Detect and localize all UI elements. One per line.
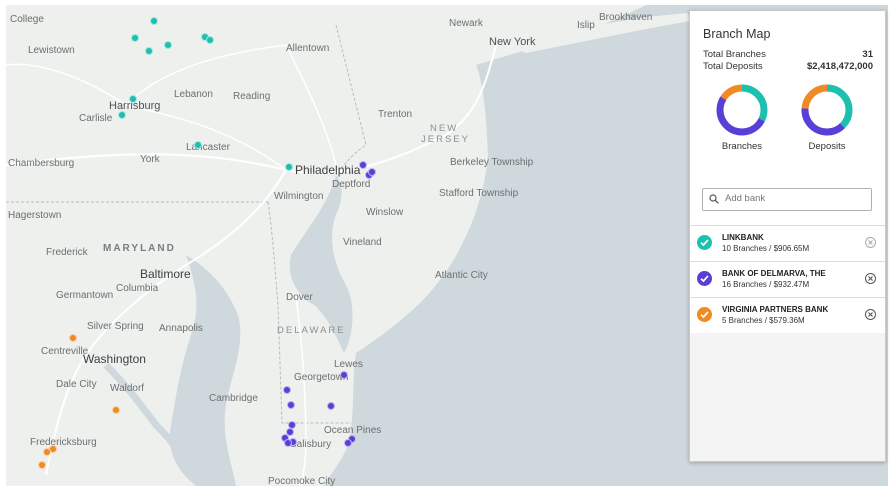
city-label: Chambersburg [8, 158, 75, 169]
panel-title: Branch Map [703, 27, 771, 41]
remove-bank-icon[interactable] [865, 309, 876, 320]
city-label: Hagerstown [8, 210, 62, 221]
city-label: Dover [286, 292, 313, 303]
city-label: Berkeley Township [450, 157, 534, 168]
branch-marker-teal[interactable] [194, 141, 202, 149]
branch-marker-purple[interactable] [327, 402, 335, 410]
city-label: Reading [233, 91, 271, 102]
city-label: Annapolis [159, 323, 203, 334]
bank-row[interactable]: BANK OF DELMARVA, THE 16 Branches / $932.… [690, 261, 885, 297]
city-label: Allentown [286, 43, 330, 54]
city-label: New York [489, 36, 536, 48]
branch-map-panel: Branch Map Total Branches 31 Total Depos… [689, 10, 886, 462]
branch-marker-purple[interactable] [283, 386, 291, 394]
check-icon[interactable] [697, 271, 712, 286]
city-label: Carlisle [79, 113, 113, 124]
remove-bank-icon[interactable] [865, 237, 876, 248]
city-label: Germantown [56, 290, 114, 301]
panel-summary: Branch Map Total Branches 31 Total Depos… [690, 11, 885, 225]
city-label: Lewes [334, 359, 363, 370]
branch-marker-teal[interactable] [206, 36, 214, 44]
branch-marker-orange[interactable] [38, 461, 46, 469]
city-label: Pocomoke City [268, 476, 336, 486]
state-label: DELAWARE [277, 325, 346, 336]
branch-marker-teal[interactable] [131, 34, 139, 42]
branch-marker-teal[interactable] [150, 17, 158, 25]
city-label: Stafford Township [439, 188, 519, 199]
deposits-donut-label: Deposits [808, 141, 846, 152]
remove-bank-icon[interactable] [865, 273, 876, 284]
city-label: Philadelphia [295, 163, 361, 177]
branches-donut-label: Branches [721, 141, 763, 152]
branch-marker-purple[interactable] [344, 439, 352, 447]
bank-detail: 10 Branches / $906.65M [722, 244, 810, 253]
city-label: Winslow [366, 207, 404, 218]
branch-marker-purple[interactable] [340, 371, 348, 379]
branch-marker-teal[interactable] [118, 111, 126, 119]
state-label: JERSEY [421, 134, 470, 145]
state-border-nj [335, 24, 367, 176]
road-1 [6, 44, 497, 175]
bank-row[interactable]: VIRGINIA PARTNERS BANK 5 Branches / $579.… [690, 297, 885, 333]
city-label: Fredericksburg [30, 437, 97, 448]
bank-name: VIRGINIA PARTNERS BANK [722, 305, 829, 314]
branch-marker-purple[interactable] [359, 161, 367, 169]
total-branches-value: 31 [862, 49, 873, 60]
branch-marker-orange[interactable] [43, 448, 51, 456]
city-label: Baltimore [140, 267, 191, 281]
city-label: Lewistown [28, 45, 75, 56]
city-label: Silver Spring [87, 321, 144, 332]
branch-marker-teal[interactable] [129, 95, 137, 103]
city-label: York [140, 154, 160, 165]
city-label: Dale City [56, 379, 97, 390]
city-label: Islip [577, 20, 595, 31]
branch-marker-orange[interactable] [69, 334, 77, 342]
branch-marker-purple[interactable] [287, 401, 295, 409]
city-label: Waldorf [110, 383, 145, 394]
city-label: Newark [449, 18, 483, 29]
branches-donut-chart [716, 84, 768, 136]
city-label: Centreville [41, 346, 89, 357]
bank-detail: 16 Branches / $932.47M [722, 280, 810, 289]
deposits-donut-chart [801, 84, 853, 136]
branch-marker-teal[interactable] [164, 41, 172, 49]
branch-marker-teal[interactable] [145, 47, 153, 55]
city-label: Washington [83, 352, 146, 366]
branch-marker-purple[interactable] [284, 439, 292, 447]
total-branches-label: Total Branches [703, 49, 766, 60]
city-label: Wilmington [274, 191, 324, 202]
bank-detail: 5 Branches / $579.36M [722, 316, 805, 325]
road-4 [285, 44, 337, 166]
city-label: College [10, 14, 44, 25]
search-icon [709, 194, 719, 204]
state-label: NEW [430, 123, 459, 134]
check-icon[interactable] [697, 235, 712, 250]
branch-marker-teal[interactable] [285, 163, 293, 171]
branch-marker-purple[interactable] [368, 168, 376, 176]
check-icon[interactable] [697, 307, 712, 322]
add-bank-placeholder: Add bank [725, 193, 766, 204]
city-label: Trenton [378, 109, 413, 120]
city-label: Cambridge [209, 393, 258, 404]
road-5 [295, 294, 307, 486]
add-bank-search-input[interactable]: Add bank [702, 188, 872, 211]
city-label: Vineland [343, 237, 382, 248]
total-deposits-label: Total Deposits [703, 61, 763, 72]
city-label: Brookhaven [599, 12, 653, 23]
city-label: Columbia [116, 283, 159, 294]
city-label: Deptford [332, 179, 371, 190]
state-label: MARYLAND [103, 243, 176, 254]
city-label: Lebanon [174, 89, 213, 100]
city-label: Atlantic City [435, 270, 488, 281]
bank-name: BANK OF DELMARVA, THE [722, 269, 826, 278]
bank-row[interactable]: LINKBANK 10 Branches / $906.65M [690, 225, 885, 261]
city-label: Lancaster [186, 142, 230, 153]
bank-name: LINKBANK [722, 233, 764, 242]
total-deposits-value: $2,418,472,000 [806, 61, 873, 72]
branch-marker-orange[interactable] [112, 406, 120, 414]
city-label: Frederick [46, 247, 88, 258]
